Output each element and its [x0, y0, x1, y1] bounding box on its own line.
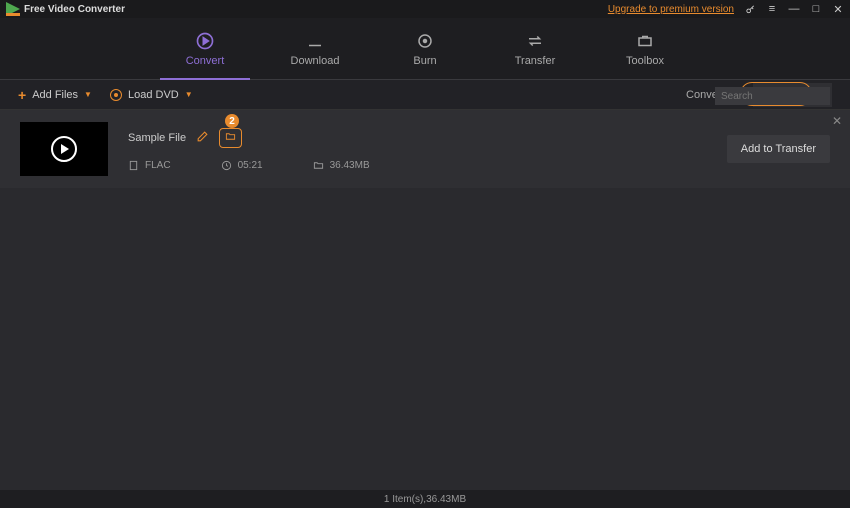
open-folder-button[interactable] — [219, 128, 242, 148]
disc-icon — [110, 89, 122, 101]
callout-badge-2: 2 — [225, 114, 239, 128]
maximize-icon[interactable]: □ — [810, 3, 822, 15]
load-dvd-button[interactable]: Load DVD ▼ — [110, 89, 193, 101]
convert-icon — [195, 31, 215, 51]
thumbnail[interactable] — [20, 122, 108, 176]
minimize-icon[interactable]: — — [788, 3, 800, 15]
nav-transfer-label: Transfer — [515, 55, 556, 67]
nav-toolbox-label: Toolbox — [626, 55, 664, 67]
logo-accent — [6, 13, 20, 16]
file-item: ✕ Sample File 2 FLAC 05:21 — [0, 110, 850, 188]
app-title: Free Video Converter — [24, 4, 125, 15]
load-dvd-label: Load DVD — [128, 89, 179, 101]
clock-icon — [221, 160, 232, 171]
key-icon[interactable] — [744, 3, 756, 15]
file-format: FLAC — [145, 160, 171, 171]
add-files-button[interactable]: + Add Files ▼ — [18, 87, 92, 103]
search-input[interactable] — [715, 87, 830, 105]
upgrade-link[interactable]: Upgrade to premium version — [608, 4, 734, 15]
file-duration: 05:21 — [238, 160, 263, 171]
edit-icon[interactable] — [196, 130, 209, 146]
duration-meta: 05:21 — [221, 160, 263, 171]
chevron-down-icon: ▼ — [185, 90, 193, 99]
transfer-icon — [525, 31, 545, 51]
nav-download[interactable]: Download — [280, 18, 350, 79]
nav-burn-label: Burn — [413, 55, 436, 67]
plus-icon: + — [18, 87, 26, 103]
nav-download-label: Download — [291, 55, 340, 67]
nav-toolbox[interactable]: Toolbox — [610, 18, 680, 79]
chevron-down-icon: ▼ — [84, 90, 92, 99]
format-icon — [128, 160, 139, 171]
remove-item-icon[interactable]: ✕ — [832, 114, 842, 128]
footer-status: 1 Item(s),36.43MB — [384, 494, 466, 505]
add-files-label: Add Files — [32, 89, 78, 101]
nav-transfer[interactable]: Transfer — [500, 18, 570, 79]
menu-icon[interactable]: ≡ — [766, 3, 778, 15]
play-icon — [51, 136, 77, 162]
download-icon — [305, 31, 325, 51]
nav-convert[interactable]: Convert — [170, 18, 240, 79]
nav-convert-label: Convert — [186, 55, 225, 67]
add-to-transfer-button[interactable]: Add to Transfer — [727, 135, 830, 163]
toolbox-icon — [635, 31, 655, 51]
file-size: 36.43MB — [330, 160, 370, 171]
file-name: Sample File — [128, 132, 186, 144]
format-meta: FLAC — [128, 160, 171, 171]
nav-burn[interactable]: Burn — [390, 18, 460, 79]
size-meta: 36.43MB — [313, 160, 370, 171]
burn-icon — [415, 31, 435, 51]
folder-icon — [313, 160, 324, 171]
close-icon[interactable]: ✕ — [832, 3, 844, 15]
